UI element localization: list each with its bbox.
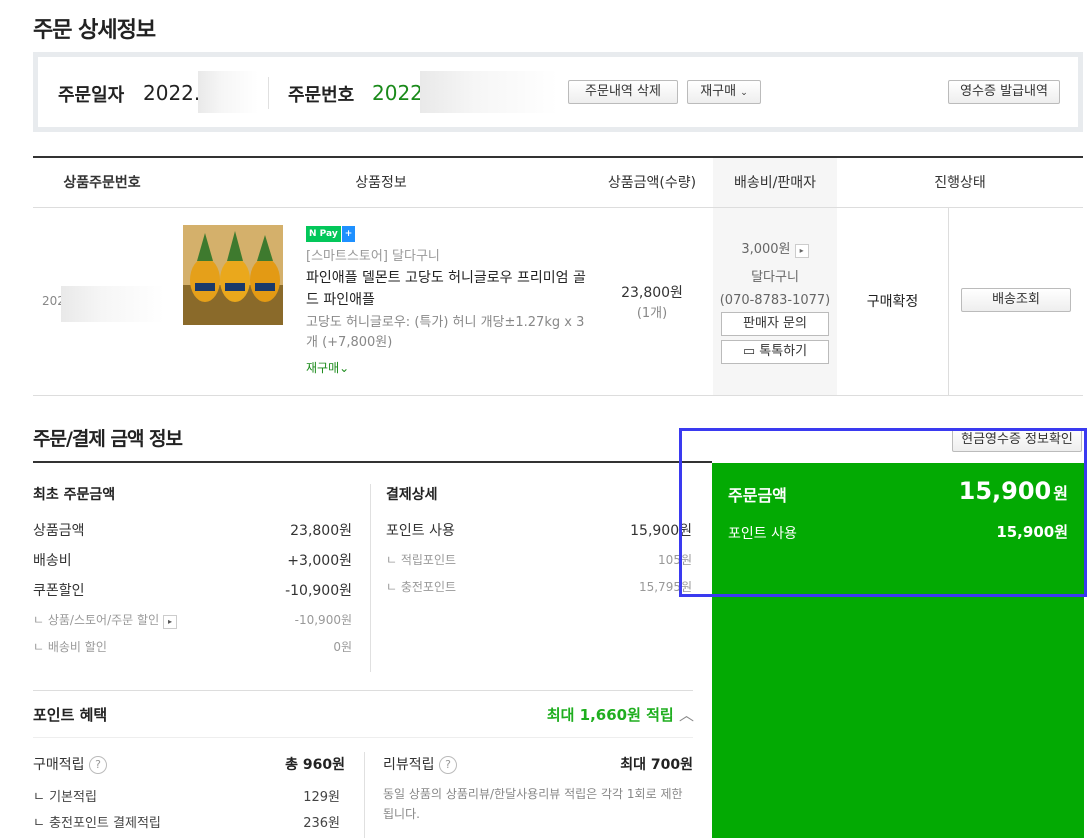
masked-region: [198, 71, 258, 113]
detail-point-use-value: 15,900원: [630, 523, 692, 539]
order-info-box: 주문일자 2022. 주문번호 2022 주문내역 삭제 재구매 ⌄ 영수증 발…: [33, 52, 1083, 132]
masked-region: [420, 71, 558, 113]
plus-icon: +: [341, 225, 356, 242]
order-number-label: 주문번호: [288, 85, 355, 106]
product-info-cell: N Pay + [스마트스토어] 달다구니 파인애플 델몬트 고당도 허니글로우 …: [171, 207, 591, 396]
divider: [948, 207, 949, 395]
initial-amount-title: 최초 주문금액: [33, 487, 116, 503]
product-option: 고당도 허니글로우: (특가) 허니 개당±1.27kg x 3개 (+7,80…: [306, 314, 585, 350]
product-thumbnail[interactable]: [183, 224, 283, 325]
product-qty: (1개): [636, 305, 668, 321]
sub-row-shipping-discount: ㄴ 배송비 할인: [33, 640, 107, 654]
row-coupon-label: 쿠폰할인: [33, 583, 85, 599]
talk-button[interactable]: ▭ 톡톡하기: [721, 340, 829, 364]
divider: [33, 737, 693, 738]
page-title: 주문 상세정보: [33, 18, 156, 43]
play-icon: ▸: [794, 244, 809, 258]
npay-icon: N Pay: [306, 225, 341, 242]
purchase-points-label: 구매적립 ?: [33, 754, 107, 774]
help-icon[interactable]: ?: [438, 756, 457, 774]
shipping-seller-cell: 3,000원 ▸ 달다구니 (070-8783-1077) 판매자 문의 ▭ 톡…: [713, 207, 837, 396]
highlight-box: [679, 428, 1087, 597]
detail-charge-points-value: 15,795원: [638, 580, 692, 594]
chevron-down-icon: ⌄: [339, 360, 350, 375]
divider: [33, 690, 693, 691]
price-cell: 23,800원 (1개): [591, 207, 713, 396]
order-date-value: 2022.: [143, 81, 201, 105]
row-product-amount-label: 상품금액: [33, 523, 85, 539]
chevron-down-icon: ⌄: [740, 88, 748, 98]
detail-earned-points-value: 105원: [658, 553, 692, 567]
delete-order-button[interactable]: 주문내역 삭제: [568, 80, 678, 104]
seller-name: 달다구니: [751, 270, 799, 285]
header-product-info: 상품정보: [171, 156, 591, 208]
shipping-fee[interactable]: 3,000원 ▸: [713, 238, 837, 258]
play-icon: ▸: [162, 615, 177, 629]
purchase-points-total: 총 960원: [285, 757, 345, 773]
detail-earned-points-label: ㄴ 적립포인트: [386, 553, 457, 567]
payment-detail-title: 결제상세: [386, 487, 438, 503]
basic-points-value: 129원: [303, 790, 340, 805]
tracking-button[interactable]: 배송조회: [961, 287, 1071, 312]
order-status: 구매확정: [866, 293, 919, 310]
reorder-label: 재구매: [700, 84, 737, 99]
reorder-link[interactable]: 재구매⌄: [306, 359, 586, 376]
review-points-note: 동일 상품의 상품리뷰/한달사용리뷰 적립은 각각 1회로 제한됩니다.: [383, 787, 683, 821]
masked-region: [61, 285, 164, 322]
status-cell: 구매확정 배송조회: [837, 207, 1083, 396]
reorder-dropdown-button[interactable]: 재구매 ⌄: [687, 80, 761, 104]
npay-badge-row: N Pay +: [306, 225, 586, 242]
sub-row-shipping-discount-value: 0원: [333, 640, 352, 654]
detail-point-use-label: 포인트 사용: [386, 523, 455, 539]
receipt-history-button[interactable]: 영수증 발급내역: [948, 80, 1060, 104]
divider: [364, 752, 365, 838]
payment-section-title: 주문/결제 금액 정보: [33, 428, 183, 450]
row-shipping-value: +3,000원: [287, 553, 352, 569]
divider: [268, 77, 269, 109]
help-icon[interactable]: ?: [88, 756, 107, 774]
product-order-no-cell: 202: [33, 207, 171, 396]
row-coupon-value: -10,900원: [285, 583, 352, 599]
detail-charge-points-label: ㄴ 충전포인트: [386, 580, 457, 594]
row-product-amount-value: 23,800원: [290, 523, 352, 539]
review-points-label: 리뷰적립 ?: [383, 754, 457, 774]
header-status: 진행상태: [837, 156, 1083, 208]
order-number-value: 2022: [372, 81, 423, 105]
product-name[interactable]: 파인애플 델몬트 고당도 허니글로우 프리미엄 골드 파인애플: [306, 267, 586, 311]
seller-inquiry-button[interactable]: 판매자 문의: [721, 312, 829, 336]
product-price: 23,800원: [621, 284, 683, 301]
points-section-title: 포인트 혜택: [33, 706, 108, 724]
divider: [370, 484, 371, 672]
header-shipping-seller: 배송비/판매자: [713, 156, 837, 208]
store-name[interactable]: [스마트스토어] 달다구니: [306, 245, 586, 264]
sub-row-store-discount-value: -10,900원: [294, 613, 352, 627]
charge-points-value: 236원: [303, 816, 340, 831]
header-price-qty: 상품금액(수량): [591, 156, 713, 208]
sub-row-store-discount[interactable]: ㄴ 상품/스토어/주문 할인 ▸: [33, 611, 177, 629]
chevron-up-icon: ︿: [678, 706, 694, 724]
charge-points-label: ㄴ 충전포인트 결제적립: [33, 816, 161, 831]
order-date-label: 주문일자: [58, 85, 125, 106]
product-table: 상품주문번호 상품정보 상품금액(수량) 배송비/판매자 진행상태 202 N …: [33, 156, 1083, 396]
points-max-toggle[interactable]: 최대 1,660원 적립 ︿: [500, 704, 694, 725]
chat-icon: ▭: [742, 344, 756, 359]
header-product-order-no: 상품주문번호: [33, 156, 171, 208]
row-shipping-label: 배송비: [33, 553, 72, 569]
seller-phone: (070-8783-1077): [719, 293, 831, 308]
basic-points-label: ㄴ 기본적립: [33, 790, 97, 805]
divider: [33, 461, 712, 463]
review-points-max: 최대 700원: [620, 757, 693, 773]
